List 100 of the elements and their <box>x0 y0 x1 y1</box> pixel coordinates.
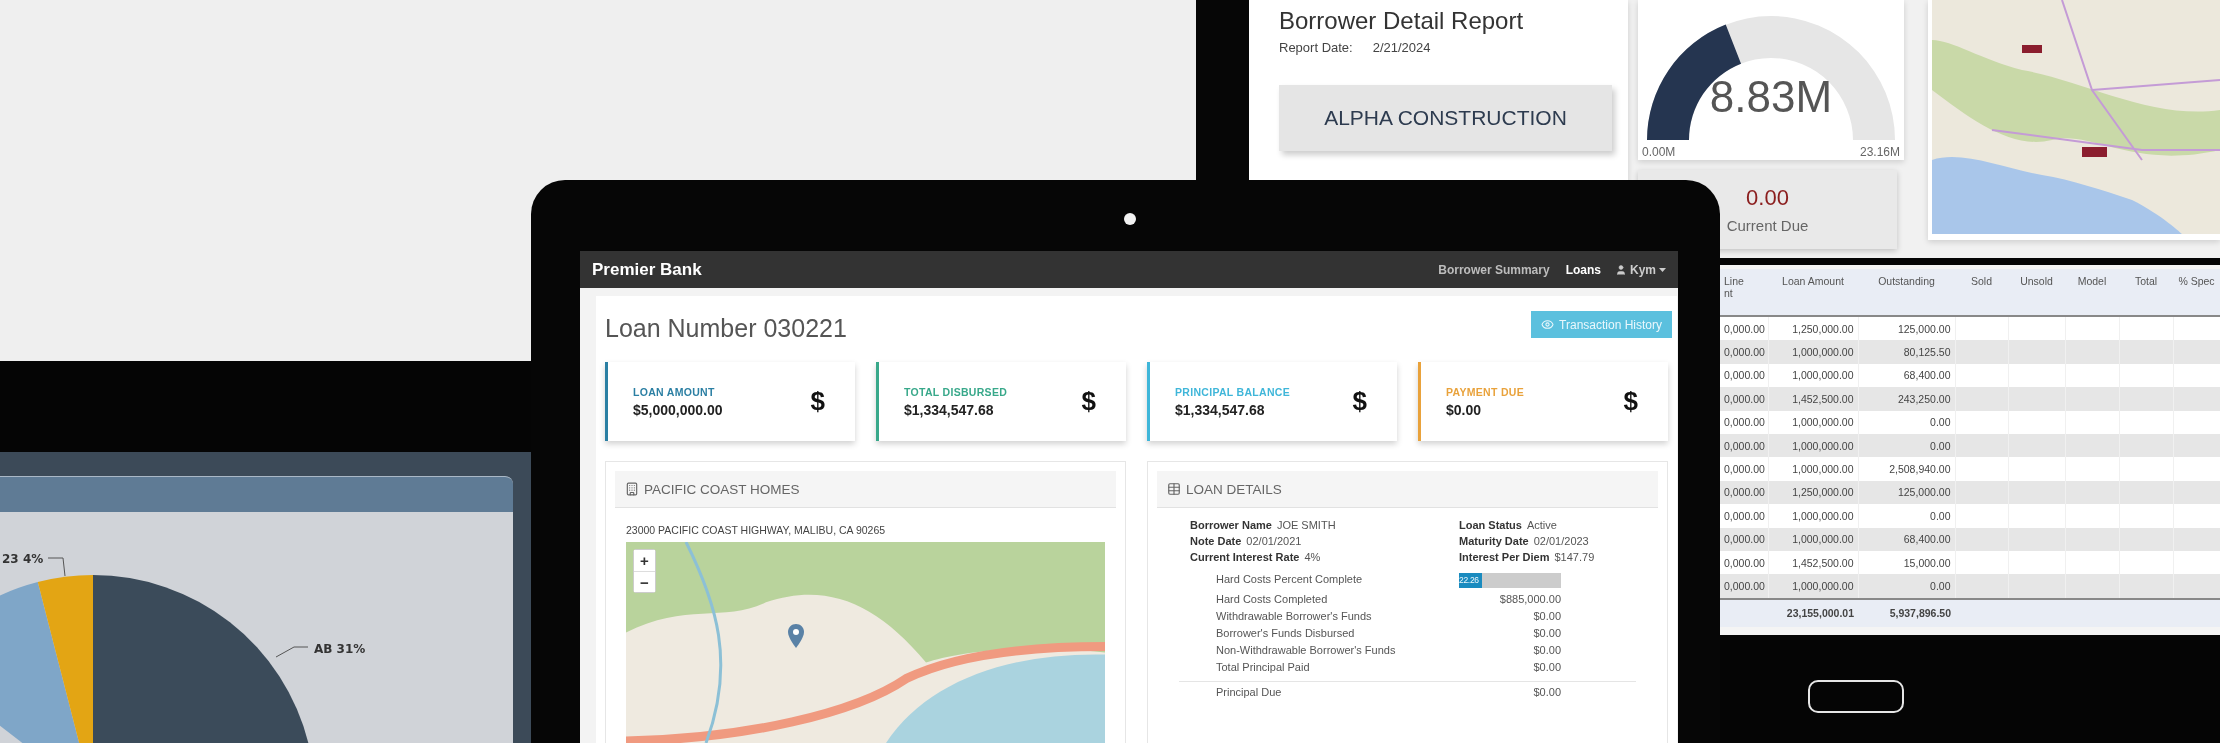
table-cell: 0,000.00 <box>1720 480 1768 505</box>
table-cell: 1,000,000.00 <box>1768 504 1858 528</box>
column-header: % Spec <box>2173 269 2220 316</box>
breakdown-label: Non-Withdrawable Borrower's Funds <box>1216 644 1397 656</box>
table-cell <box>2065 387 2119 411</box>
table-cell <box>2173 457 2220 481</box>
table-cell <box>2008 457 2065 481</box>
building-icon <box>625 482 639 496</box>
camera-dot <box>1124 213 1136 225</box>
detail-label: Loan Status <box>1459 519 1522 531</box>
table-cell <box>2173 504 2220 528</box>
brand-name: Premier Bank <box>592 259 702 280</box>
column-header: Model <box>2065 269 2119 316</box>
table-cell: 0,000.00 <box>1720 504 1768 528</box>
table-cell <box>2065 340 2119 364</box>
table-cell: 0,000.00 <box>1720 387 1768 411</box>
stat-value: $1,334,547.68 <box>1175 401 1266 418</box>
table-cell: 0,000.00 <box>1720 316 1768 341</box>
table-cell: 2,508,940.00 <box>1858 457 1955 481</box>
report-date-label: Report Date: <box>1279 40 1353 55</box>
stat-label: PRINCIPAL BALANCE <box>1175 385 1291 398</box>
eye-icon <box>1541 318 1555 331</box>
dollar-symbol: $ <box>1623 386 1638 417</box>
table-cell: 0,000.00 <box>1720 457 1768 481</box>
dollar-symbol: $ <box>1352 386 1367 417</box>
map-pin-icon <box>788 624 804 648</box>
table-cell <box>1955 574 2008 599</box>
dollar-symbol: $ <box>1081 386 1096 417</box>
report-title: Borrower Detail Report <box>1279 6 1525 36</box>
table-cell: 0,000.00 <box>1720 574 1768 599</box>
total-cell: 23,155,000.01 <box>1768 598 1858 627</box>
user-menu[interactable]: Kym <box>1615 262 1666 277</box>
column-header: Line nt <box>1720 269 1768 316</box>
column-header: Total <box>2119 269 2173 316</box>
nav-link[interactable]: Loans <box>1565 262 1601 277</box>
panel-title: LOAN DETAILS <box>1186 481 1282 497</box>
breakdown-label: Borrower's Funds Disbursed <box>1216 627 1356 639</box>
user-icon <box>1615 263 1627 276</box>
zoom-button[interactable]: − <box>634 571 655 592</box>
table-cell <box>2008 504 2065 528</box>
current-due-label: Current Due <box>1726 217 1809 234</box>
table-cell: 0,000.00 <box>1720 363 1768 388</box>
detail-value: 02/01/2021 <box>1246 535 1302 547</box>
table-icon <box>1167 482 1181 496</box>
table-cell <box>2119 340 2173 364</box>
breakdown-value: $0.00 <box>1532 686 1561 698</box>
entity-button[interactable]: ALPHA CONSTRUCTION <box>1279 85 1612 151</box>
breakdown-label: Principal Due <box>1216 686 1283 698</box>
detail-value: 02/01/2023 <box>1533 535 1589 547</box>
table-cell <box>2119 504 2173 528</box>
breakdown-value: $0.00 <box>1532 610 1561 622</box>
detail-label: Current Interest Rate <box>1190 551 1300 563</box>
stat-value: $5,000,000.00 <box>633 401 724 418</box>
table-cell: 125,000.00 <box>1858 316 1955 341</box>
table-cell <box>2173 340 2220 364</box>
table-cell <box>1955 387 2008 411</box>
breakdown-label: Withdrawable Borrower's Funds <box>1216 610 1373 622</box>
table-cell <box>2119 574 2173 599</box>
table-cell <box>2008 340 2065 364</box>
table-cell: 1,000,000.00 <box>1768 574 1858 599</box>
nav-link[interactable]: Borrower Summary <box>1438 262 1550 277</box>
property-address: 23000 PACIFIC COAST HIGHWAY, MALIBU, CA 90265 <box>626 524 887 536</box>
breakdown-label: Total Principal Paid <box>1216 661 1311 673</box>
current-due-value: 0.00 <box>1746 185 1789 211</box>
breakdown-value: $0.00 <box>1532 661 1561 673</box>
slice-label: 23 4% <box>2 552 44 566</box>
detail-value: Active <box>1526 519 1557 531</box>
table-cell <box>2065 457 2119 481</box>
breakdown-label: Hard Costs Completed <box>1216 593 1329 605</box>
breakdown-value: $0.00 <box>1532 644 1561 656</box>
detail-label: Borrower Name <box>1190 519 1272 531</box>
report-date: 2/21/2024 <box>1372 40 1431 55</box>
stat-value: $0.00 <box>1446 401 1483 418</box>
table-cell <box>2119 387 2173 411</box>
table-cell: 0.00 <box>1858 574 1955 599</box>
table-cell <box>1955 457 2008 481</box>
stat-label: PAYMENT DUE <box>1446 385 1525 398</box>
table-cell: 0.00 <box>1858 504 1955 528</box>
table-cell: 1,452,500.00 <box>1768 387 1858 411</box>
table-cell: 0,000.00 <box>1720 433 1768 458</box>
map-view[interactable]: + − <box>626 542 1105 743</box>
breakdown-value: $0.00 <box>1532 627 1561 639</box>
leader-line <box>47 557 66 577</box>
table-cell <box>2008 574 2065 599</box>
gauge-max-label: 23.16M <box>1859 145 1900 159</box>
panel-title: PACIFIC COAST HOMES <box>644 481 800 497</box>
table-cell: 243,250.00 <box>1858 387 1955 411</box>
slice-label: AB 31% <box>314 642 366 656</box>
table-cell: 0,000.00 <box>1720 340 1768 364</box>
stat-value: $1,334,547.68 <box>904 401 995 418</box>
leader-line <box>275 646 309 658</box>
table-cell <box>2065 504 2119 528</box>
breakdown-label: Hard Costs Percent Complete <box>1216 573 1364 587</box>
home-button[interactable] <box>1808 680 1904 713</box>
detail-value: 4% <box>1304 551 1321 563</box>
stat-label: LOAN AMOUNT <box>633 385 716 398</box>
table-cell <box>2065 574 2119 599</box>
table-cell: 1,000,000.00 <box>1768 340 1858 364</box>
detail-value: JOE SMITH <box>1276 519 1336 531</box>
table-cell <box>2173 574 2220 599</box>
